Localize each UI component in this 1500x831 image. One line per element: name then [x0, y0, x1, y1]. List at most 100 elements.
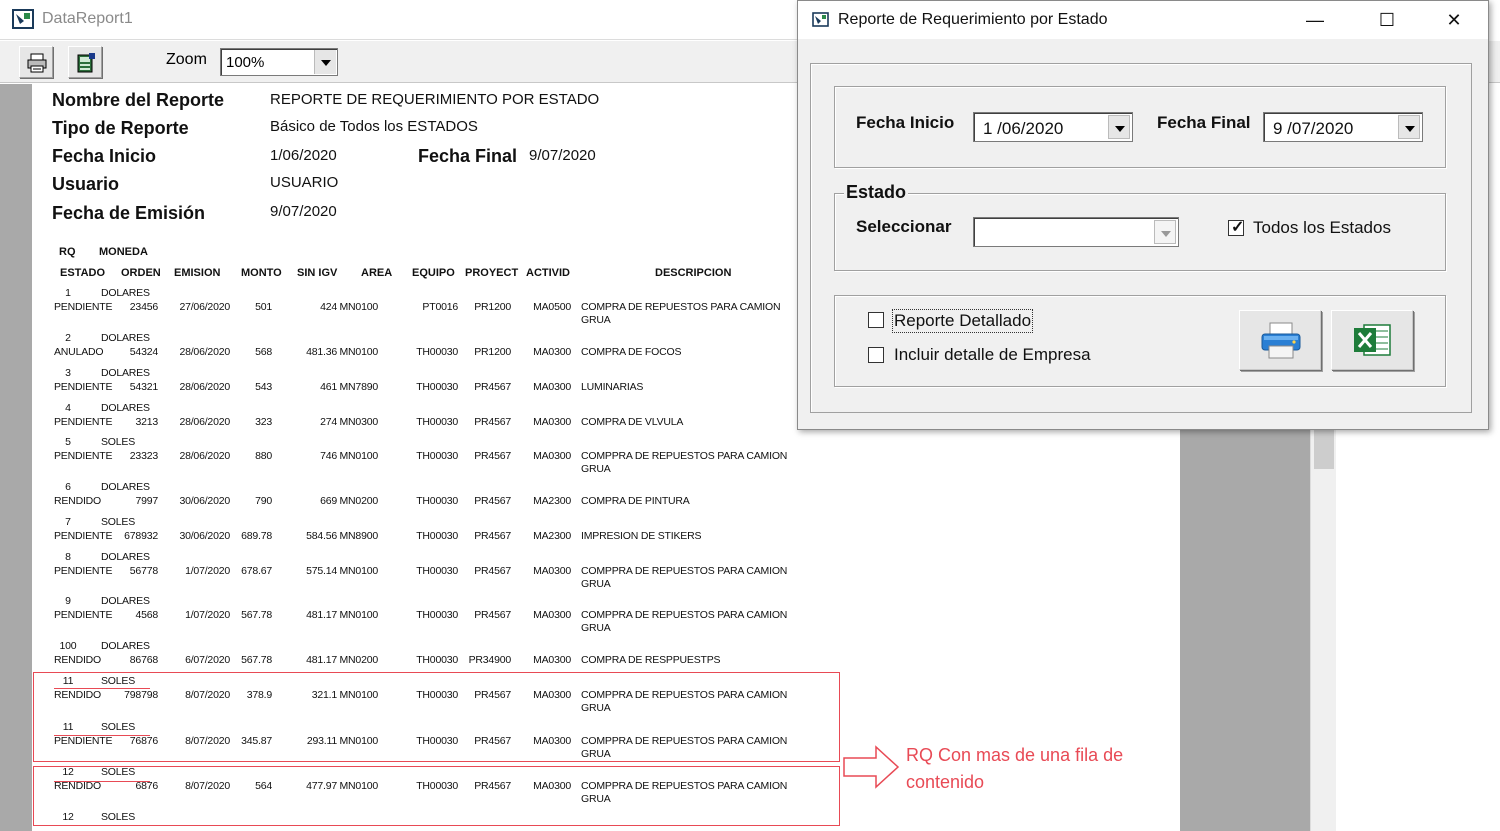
record-monto: 323: [255, 416, 272, 428]
record-orden: 23456: [129, 301, 158, 313]
col-head-orden: ORDEN: [121, 267, 161, 279]
record-area: MN0100: [339, 565, 379, 577]
record-monto: 543: [255, 381, 272, 393]
record-rq: 7: [65, 516, 71, 528]
record-proyect: PR4567: [474, 495, 511, 507]
record-descripcion: COMPRA DE REPUESTOS PARA CAMION: [581, 301, 781, 313]
estado-legend: Estado: [844, 182, 909, 203]
record-equipo: TH00030: [416, 416, 458, 428]
record-moneda: DOLARES: [101, 595, 150, 607]
record-rq: 1: [65, 287, 71, 299]
record-descripcion: LUMINARIAS: [581, 381, 644, 393]
record-moneda: SOLES: [101, 436, 136, 448]
tipo-label: Tipo de Reporte: [52, 118, 189, 138]
col-head-equipo: EQUIPO: [412, 267, 455, 279]
report-margin-left: [0, 84, 32, 831]
record-proyect: PR4567: [474, 450, 511, 462]
record-equipo: TH00030: [416, 450, 458, 462]
fecha-inicio-dropdown-button[interactable]: [1108, 115, 1130, 139]
export-icon: [77, 53, 95, 73]
record-estado: RENDIDO: [54, 654, 102, 666]
record-rq: 100: [59, 640, 77, 652]
record-equipo: PT0016: [422, 301, 458, 313]
record-area: MN0200: [339, 495, 379, 507]
checkmark-icon: ✓: [1231, 219, 1245, 236]
fecha-inicio-label: Fecha Inicio: [856, 113, 955, 132]
col-head-monto: MONTO: [241, 267, 282, 279]
record-moneda: DOLARES: [101, 481, 150, 493]
record-descripcion: COMPRA DE FOCOS: [581, 346, 682, 358]
col-head-moneda: MONEDA: [99, 246, 148, 258]
dialog-print-button[interactable]: [1239, 310, 1321, 370]
record-activid: MA0300: [533, 416, 571, 428]
usuario-value: USUARIO: [270, 174, 339, 191]
record-equipo: TH00030: [416, 565, 458, 577]
record-rq: 9: [65, 595, 71, 607]
record-descripcion: IMPRESION DE STIKERS: [581, 530, 702, 542]
minimize-button[interactable]: —: [1301, 7, 1329, 33]
record-proyect: PR1200: [474, 346, 511, 358]
close-button[interactable]: ✕: [1440, 7, 1468, 33]
record-descripcion-cont: GRUA: [581, 314, 611, 326]
todos-checkbox[interactable]: ✓: [1228, 219, 1245, 236]
detallado-checkbox[interactable]: [868, 312, 884, 328]
record-activid: MA0300: [533, 381, 571, 393]
record-area: MN8900: [339, 530, 379, 542]
record-activid: MA0500: [533, 301, 571, 313]
datareport-title: DataReport1: [42, 10, 133, 27]
seleccionar-label: Seleccionar: [856, 217, 952, 236]
todos-label[interactable]: Todos los Estados: [1253, 218, 1391, 238]
record-proyect: PR4567: [474, 530, 511, 542]
record-moneda: DOLARES: [101, 402, 150, 414]
chevron-down-icon: [1405, 126, 1415, 132]
record-proyect: PR4567: [474, 416, 511, 428]
record-area: MN7890: [339, 381, 379, 393]
dialog-excel-button[interactable]: [1331, 310, 1413, 370]
record-area: MN0100: [339, 346, 379, 358]
record-activid: MA0300: [533, 654, 571, 666]
dialog-app-icon: [812, 12, 829, 27]
record-monto: 678.67: [241, 565, 272, 577]
col-head-area: AREA: [361, 267, 393, 279]
dialog-title: Reporte de Requerimiento por Estado: [838, 11, 1108, 28]
chevron-down-icon: [1161, 231, 1171, 237]
detallado-label[interactable]: Reporte Detallado: [891, 309, 1034, 333]
record-rq: 3: [65, 367, 71, 379]
chevron-down-icon: [1115, 126, 1125, 132]
record-monto: 568: [255, 346, 272, 358]
record-proyect: PR1200: [474, 301, 511, 313]
record-equipo: TH00030: [416, 654, 458, 666]
datareport-titlebar[interactable]: DataReport1: [0, 0, 800, 40]
export-button[interactable]: [68, 46, 102, 78]
record-estado: RENDIDO: [54, 495, 102, 507]
zoom-dropdown-button[interactable]: [314, 50, 336, 74]
printer-icon: [1261, 322, 1301, 359]
estado-dropdown-button[interactable]: [1154, 220, 1176, 244]
fecha-final-picker[interactable]: 9 /07/2020: [1263, 112, 1423, 142]
dialog-titlebar[interactable]: Reporte de Requerimiento por Estado — ☐ …: [798, 1, 1488, 39]
record-equipo: TH00030: [416, 346, 458, 358]
record-orden: 23323: [129, 450, 158, 462]
empresa-label[interactable]: Incluir detalle de Empresa: [894, 345, 1091, 365]
record-monto: 567.78: [241, 654, 272, 666]
fecha-inicio-picker[interactable]: 1 /06/2020: [973, 112, 1133, 142]
record-descripcion: COMPPRA DE REPUESTOS PARA CAMION: [581, 609, 788, 621]
print-button[interactable]: [19, 46, 53, 78]
emision-label: Fecha de Emisión: [52, 203, 206, 223]
record-activid: MA0300: [533, 346, 571, 358]
empresa-checkbox[interactable]: [868, 347, 884, 363]
record-monto: 790: [255, 495, 272, 507]
estado-select[interactable]: [973, 217, 1179, 247]
record-monto: 880: [255, 450, 272, 462]
annotation-underline-1: [54, 688, 150, 689]
col-head-emision: EMISION: [174, 267, 221, 279]
tipo-value: Básico de Todos los ESTADOS: [270, 118, 478, 135]
chevron-down-icon: [321, 60, 331, 66]
record-orden: 7997: [135, 495, 158, 507]
zoom-select[interactable]: 100%: [220, 48, 338, 76]
scrollbar-thumb[interactable]: [1314, 429, 1334, 469]
maximize-button[interactable]: ☐: [1373, 7, 1401, 33]
col-head-estado: ESTADO: [60, 267, 106, 279]
record-activid: MA2300: [533, 495, 571, 507]
fecha-final-dropdown-button[interactable]: [1398, 115, 1420, 139]
